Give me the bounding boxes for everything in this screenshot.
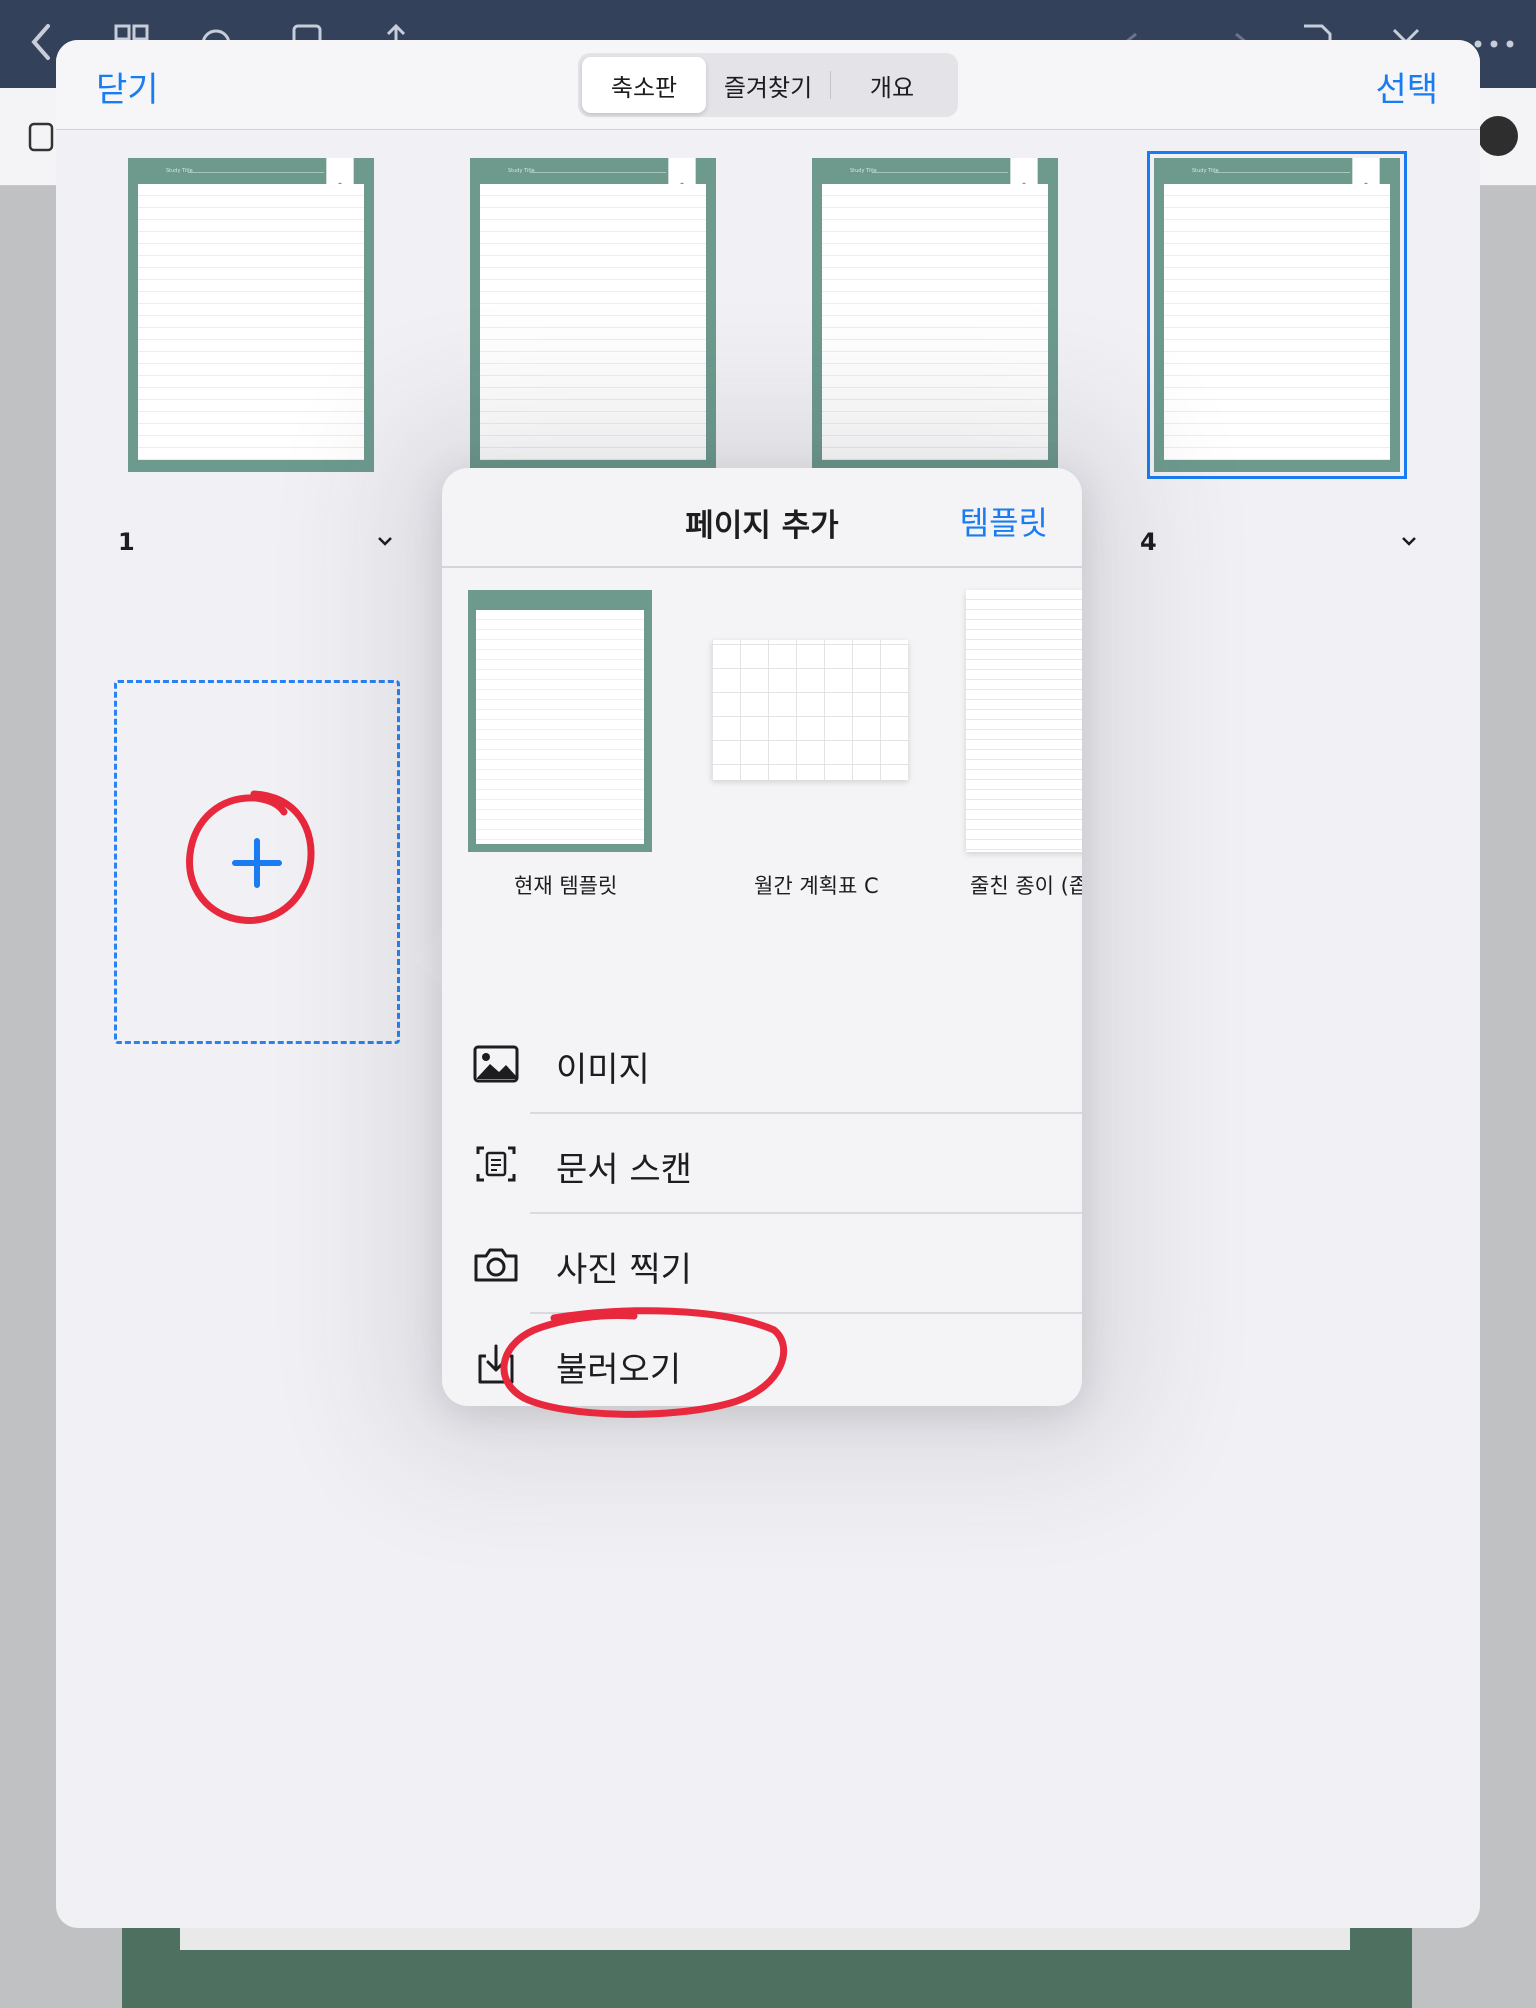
page-paper xyxy=(822,184,1048,460)
red-annotation-circle xyxy=(186,790,315,924)
page-thumbnail-3[interactable]: Study Title xyxy=(812,158,1058,472)
template-monthly-planner[interactable] xyxy=(712,640,908,780)
menu-item-label: 문서 스캔 xyxy=(556,1150,692,1190)
page-thumbnail-2[interactable]: Study Title xyxy=(470,158,716,472)
red-annotation-circle xyxy=(500,1307,787,1418)
page-header-line xyxy=(872,172,1008,173)
page-paper xyxy=(1164,184,1390,460)
add-page-popover: 페이지 추가 템플릿 현재 템플릿 월간 계획표 C 줄친 종이 (좁 이미지 … xyxy=(442,468,1082,1406)
page-number: 1 xyxy=(118,528,135,556)
page-header-line xyxy=(530,172,666,173)
page-header-text: Study Title xyxy=(850,168,877,174)
popover-header: 페이지 추가 템플릿 xyxy=(442,468,1082,568)
image-icon xyxy=(473,1045,519,1083)
template-strip[interactable]: 현재 템플릿 월간 계획표 C 줄친 종이 (좁 xyxy=(442,570,1082,950)
page-header-line xyxy=(188,172,324,173)
menu-item-image[interactable]: 이미지 xyxy=(442,1014,1082,1114)
template-label: 월간 계획표 C xyxy=(754,874,879,898)
tab-favorites[interactable]: 즐겨찾기 xyxy=(706,57,830,113)
document-scan-icon xyxy=(476,1146,516,1182)
page-header-line xyxy=(1214,172,1350,173)
template-current[interactable] xyxy=(468,590,652,852)
template-label: 현재 템플릿 xyxy=(514,874,618,898)
camera-icon xyxy=(474,1248,518,1282)
sheet-header: 닫기 축소판 즐겨찾기 개요 선택 xyxy=(56,40,1480,130)
template-button[interactable]: 템플릿 xyxy=(960,498,1048,544)
chevron-down-icon[interactable] xyxy=(374,530,396,552)
page-header-text: Study Title xyxy=(1192,168,1219,174)
color-swatch-black[interactable] xyxy=(1478,116,1518,156)
page-paper xyxy=(480,184,706,460)
page-header-text: Study Title xyxy=(508,168,535,174)
template-paper xyxy=(476,610,644,844)
page-thumbnail-1[interactable]: Study Title xyxy=(128,158,374,472)
menu-item-take-photo[interactable]: 사진 찍기 xyxy=(442,1214,1082,1314)
menu-item-scan-document[interactable]: 문서 스캔 xyxy=(442,1114,1082,1214)
tab-thumbnails[interactable]: 축소판 xyxy=(582,57,706,113)
page-number: 4 xyxy=(1140,528,1157,556)
page-overview-sheet: 닫기 축소판 즐겨찾기 개요 선택 Study Title 1 Study Ti… xyxy=(56,40,1480,1928)
page-header-text: Study Title xyxy=(166,168,193,174)
menu-item-label: 이미지 xyxy=(556,1050,650,1090)
template-lined-paper[interactable] xyxy=(966,590,1082,852)
back-chevron-icon[interactable] xyxy=(28,22,54,62)
view-segmented-control: 축소판 즐겨찾기 개요 xyxy=(578,53,958,117)
tab-outline[interactable]: 개요 xyxy=(830,57,954,113)
close-button[interactable]: 닫기 xyxy=(96,62,159,111)
template-label: 줄친 종이 (좁 xyxy=(970,874,1082,898)
page-paper xyxy=(138,184,364,460)
chevron-down-icon[interactable] xyxy=(1398,530,1420,552)
page-thumbnail-4[interactable]: Study Title xyxy=(1147,151,1407,479)
select-button[interactable]: 선택 xyxy=(1375,62,1438,111)
menu-item-label: 사진 찍기 xyxy=(556,1250,692,1290)
